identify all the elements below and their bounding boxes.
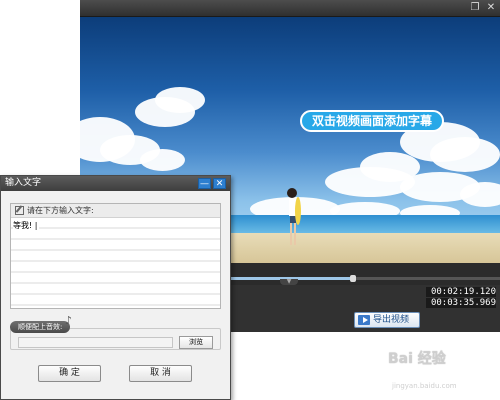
desktop: ❐ ✕ 双击视频画面添加字幕 ▼ 00:02:19.120 00:03:35.9…: [0, 0, 500, 400]
browse-button[interactable]: 浏览: [179, 336, 213, 349]
export-label: 导出视频: [373, 315, 410, 325]
caption-bubble[interactable]: 双击视频画面添加字幕: [300, 110, 445, 132]
text-prompt: 请在下方输入文字:: [27, 206, 94, 215]
progress-thumb[interactable]: [350, 275, 356, 282]
sound-file-input[interactable]: [18, 337, 173, 348]
cloud: [155, 87, 205, 113]
cancel-button[interactable]: 取 消: [129, 365, 192, 382]
edit-icon: [15, 206, 24, 215]
text-input-area[interactable]: 等我! |: [11, 218, 220, 308]
watermark-url: jingyan.baidu.com: [392, 382, 457, 390]
minimize-icon[interactable]: —: [198, 178, 211, 189]
export-icon: [358, 315, 370, 325]
input-text-dialog: 输入文字 — ✕ 请在下方输入文字: 等我! | 顺便配上音效: ♪ 浏览 确 …: [0, 175, 231, 400]
text-panel: 请在下方输入文字: 等我! |: [10, 203, 221, 309]
ok-button[interactable]: 确 定: [38, 365, 101, 382]
export-video-button[interactable]: 导出视频: [354, 312, 420, 328]
window-title-bar[interactable]: ❐ ✕: [80, 0, 500, 17]
restore-icon[interactable]: ❐: [468, 2, 482, 14]
cloud: [140, 149, 185, 171]
close-icon[interactable]: ✕: [484, 2, 498, 14]
text-input-value: 等我! |: [13, 220, 40, 231]
total-time: 00:03:35.969: [426, 298, 496, 308]
cloud: [460, 182, 500, 207]
surfer-girl-figure: [287, 188, 301, 245]
current-time: 00:02:19.120: [426, 287, 496, 297]
text-panel-header: 请在下方输入文字:: [11, 204, 220, 218]
dialog-title: 输入文字: [5, 178, 42, 188]
close-icon[interactable]: ✕: [213, 178, 226, 189]
dialog-title-bar[interactable]: 输入文字 — ✕: [1, 176, 230, 191]
music-note-icon: ♪: [65, 314, 73, 327]
sound-effect-label: 顺便配上音效:: [10, 321, 71, 333]
cloud: [430, 137, 500, 172]
